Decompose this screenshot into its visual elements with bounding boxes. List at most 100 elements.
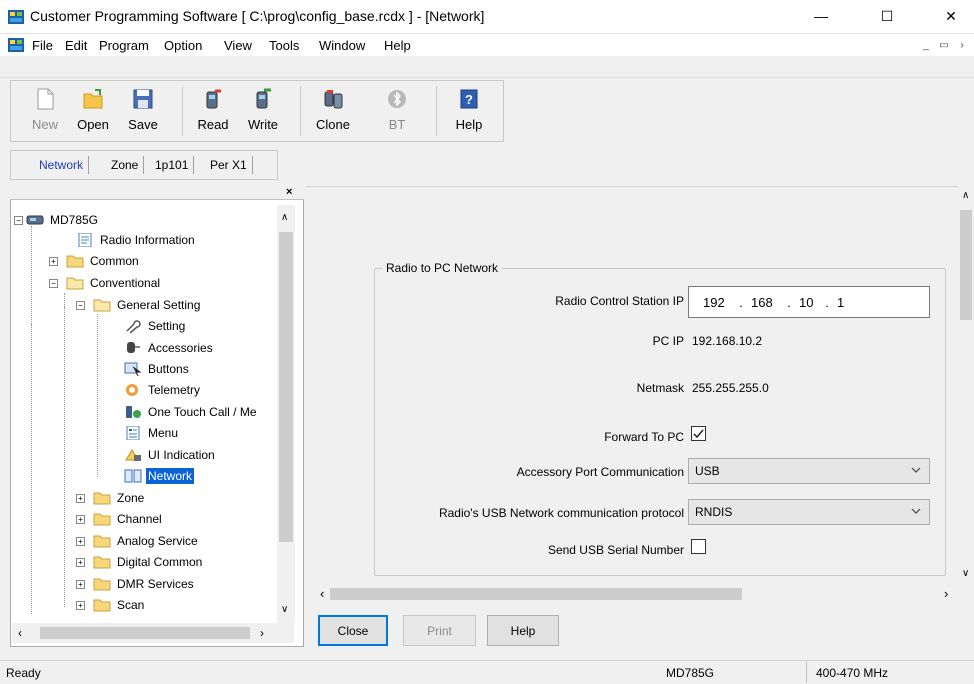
scroll-right-icon[interactable]: › <box>260 626 264 640</box>
scroll-left-icon[interactable]: ‹ <box>18 626 22 640</box>
expand-icon[interactable]: + <box>76 579 85 589</box>
scroll-right-icon[interactable]: › <box>944 586 948 601</box>
tree-item-analog-service[interactable]: + Analog Service <box>76 531 200 551</box>
ip-octet-4[interactable]: 1 <box>837 295 855 310</box>
usb-protocol-value: RNDIS <box>695 505 733 519</box>
forward-to-pc-label: Forward To PC <box>604 430 684 444</box>
collapse-icon[interactable]: − <box>76 300 85 310</box>
tree-item-accessories[interactable]: Accessories <box>124 338 215 358</box>
tree-horizontal-scroll-thumb[interactable] <box>40 627 250 639</box>
tree-item-radio-information[interactable]: Radio Information <box>76 230 197 250</box>
save-button[interactable]: Save <box>120 86 166 140</box>
toolbar-separator <box>182 86 183 136</box>
microphone-icon <box>127 342 140 353</box>
tree-item-zone[interactable]: + Zone <box>76 488 146 508</box>
scroll-up-icon[interactable]: ∧ <box>962 190 969 201</box>
menu-help[interactable]: Help <box>384 38 411 53</box>
tab-network[interactable]: Network <box>34 156 90 174</box>
tree-item-scan[interactable]: + Scan <box>76 595 146 615</box>
scroll-left-icon[interactable]: ‹ <box>320 586 324 601</box>
tree-item-telemetry[interactable]: Telemetry <box>124 380 202 400</box>
menu-window[interactable]: Window <box>319 38 365 53</box>
usb-protocol-select[interactable]: RNDIS <box>688 499 930 525</box>
expand-icon[interactable]: + <box>76 536 85 546</box>
tree-item-md785g[interactable]: − MD785G <box>14 210 100 230</box>
folder-icon <box>93 599 111 612</box>
tree-line <box>31 324 32 614</box>
help-toolbar-button[interactable]: ? Help <box>446 86 492 140</box>
ip-octet-3[interactable]: 10 <box>799 295 817 310</box>
tree-pane-header <box>10 186 304 200</box>
group-title: Radio to PC Network <box>382 261 503 275</box>
scroll-down-icon[interactable]: ∨ <box>962 568 969 579</box>
send-usb-serial-checkbox[interactable] <box>691 539 706 554</box>
settings-vertical-scroll-thumb[interactable] <box>960 210 972 320</box>
tree-item-general-setting[interactable]: − General Setting <box>76 295 202 315</box>
new-button[interactable]: New <box>22 86 68 140</box>
tree-item-network[interactable]: Network <box>124 466 195 486</box>
maximize-button[interactable]: ☐ <box>864 0 910 32</box>
bluetooth-button[interactable]: BT <box>374 86 420 140</box>
mdi-close-button[interactable]: › <box>954 37 970 53</box>
wrench-icon <box>126 320 141 333</box>
help-button[interactable]: Help <box>487 615 559 646</box>
expand-icon[interactable]: + <box>76 600 85 610</box>
minimize-button[interactable]: — <box>798 0 844 32</box>
tree-item-digital-common[interactable]: + Digital Common <box>76 552 204 572</box>
window-title: Customer Programming Software [ C:\prog\… <box>30 8 485 24</box>
menu-option[interactable]: Option <box>164 38 202 53</box>
menu-tools[interactable]: Tools <box>269 38 299 53</box>
tab-1p101[interactable]: 1p101 <box>150 156 195 174</box>
radio-ip-input[interactable]: 192 . 168 . 10 . 1 <box>688 286 930 318</box>
tree-item-one-touch-call[interactable]: One Touch Call / Me <box>124 402 259 422</box>
pc-ip-value: 192.168.10.2 <box>692 334 763 348</box>
ip-octet-2[interactable]: 168 <box>751 295 779 310</box>
folder-icon <box>93 556 111 569</box>
tree-item-channel[interactable]: + Channel <box>76 509 164 529</box>
tab-per-x1[interactable]: Per X1 <box>205 156 253 174</box>
write-button[interactable]: Write <box>240 86 286 140</box>
collapse-icon[interactable]: − <box>49 278 58 288</box>
accessory-port-select[interactable]: USB <box>688 458 930 484</box>
menu-file[interactable]: File <box>32 38 53 53</box>
tree-item-buttons[interactable]: Buttons <box>124 359 191 379</box>
tree-item-conventional[interactable]: − Conventional <box>49 273 162 293</box>
tree-line <box>31 226 32 324</box>
print-button[interactable]: Print <box>403 615 476 646</box>
mdi-minimize-button[interactable]: _ <box>918 37 934 53</box>
scroll-up-icon[interactable]: ∧ <box>281 212 288 223</box>
mdi-restore-button[interactable]: ▭ <box>936 37 952 53</box>
close-button[interactable]: Close <box>318 615 388 646</box>
menu-list-icon <box>126 426 140 440</box>
tree-item-common[interactable]: + Common <box>49 251 141 271</box>
collapse-icon[interactable]: − <box>14 215 23 225</box>
ip-octet-1[interactable]: 192 <box>703 295 731 310</box>
settings-horizontal-scroll-thumb[interactable] <box>330 588 742 600</box>
scroll-down-icon[interactable]: ∨ <box>281 604 288 615</box>
menu-view[interactable]: View <box>224 38 252 53</box>
tree-vertical-scroll-thumb[interactable] <box>279 232 293 542</box>
expand-icon[interactable]: + <box>76 557 85 567</box>
tab-zone[interactable]: Zone <box>106 156 145 174</box>
close-pane-icon[interactable]: × <box>286 186 292 198</box>
menu-program[interactable]: Program <box>99 38 149 53</box>
expand-icon[interactable]: + <box>49 256 58 266</box>
folder-icon <box>93 492 111 505</box>
help-icon: ? <box>460 89 478 109</box>
clone-button[interactable]: Clone <box>310 86 356 140</box>
radio-ip-label: Radio Control Station IP <box>555 294 684 308</box>
open-button[interactable]: Open <box>70 86 116 140</box>
read-button[interactable]: Read <box>190 86 236 140</box>
expand-icon[interactable]: + <box>76 514 85 524</box>
menu-edit[interactable]: Edit <box>65 38 87 53</box>
phone-call-icon <box>126 406 141 418</box>
folder-icon <box>93 578 111 591</box>
expand-icon[interactable]: + <box>76 493 85 503</box>
tree-item-ui-indication[interactable]: UI Indication <box>124 445 217 465</box>
tree-item-menu[interactable]: Menu <box>124 423 180 443</box>
status-text: Ready <box>6 666 41 680</box>
forward-to-pc-checkbox[interactable] <box>691 426 706 441</box>
close-window-button[interactable]: ✕ <box>928 0 974 32</box>
tree-item-setting[interactable]: Setting <box>124 316 187 336</box>
tree-item-dmr-services[interactable]: + DMR Services <box>76 574 196 594</box>
